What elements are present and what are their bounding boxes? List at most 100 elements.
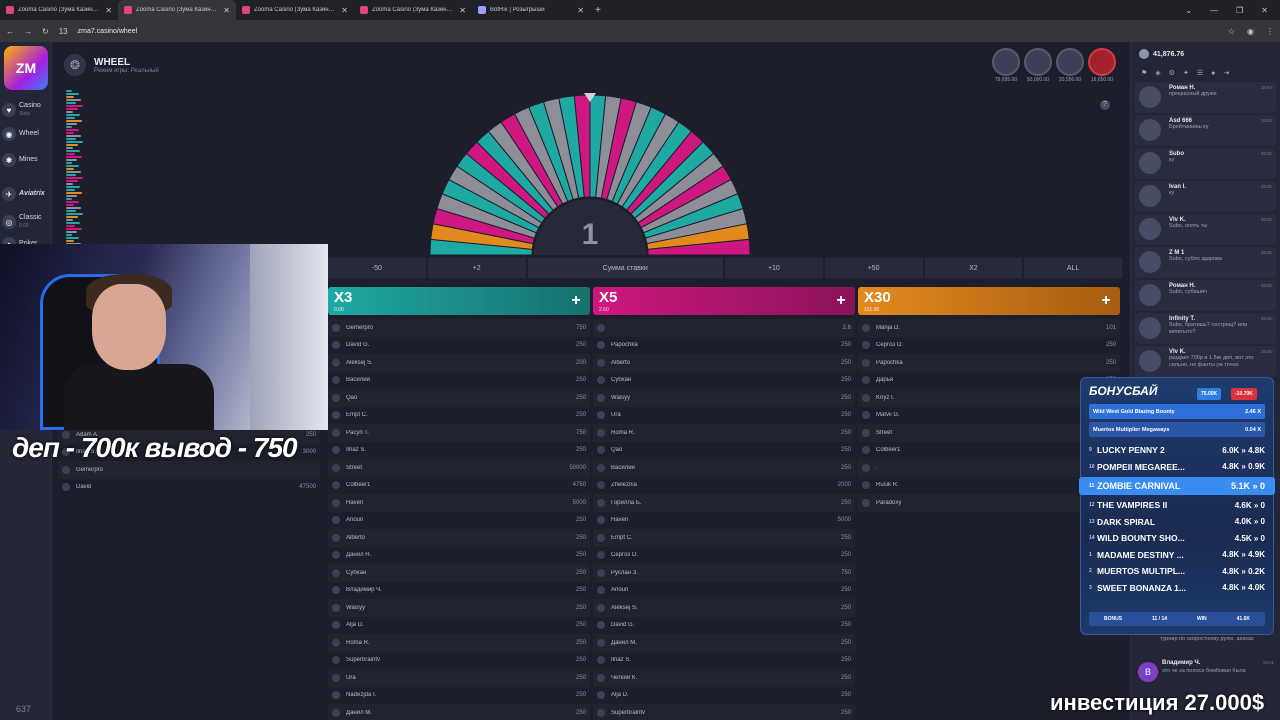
- bet-x2-button[interactable]: X2: [924, 258, 1023, 278]
- browser-tab-5[interactable]: BotRix | Розыгрыши ✕: [472, 0, 590, 20]
- bet-plus-2-button[interactable]: +2: [427, 258, 526, 278]
- chat-time: 18:57: [1260, 85, 1272, 90]
- player-avatar[interactable]: 79,695.00: [992, 48, 1020, 83]
- browser-tab-3[interactable]: Zooma Casino (Зума Казино) о ✕: [236, 0, 354, 20]
- bet-amount: 50000: [569, 464, 586, 471]
- site-logo[interactable]: ZM: [4, 46, 48, 90]
- bet-plus-10-button[interactable]: +10: [725, 258, 823, 278]
- maximize-icon[interactable]: ❐: [1236, 6, 1243, 15]
- player-avatar[interactable]: 50,000.00: [1024, 48, 1052, 83]
- avatar: [62, 465, 70, 474]
- close-window-icon[interactable]: ✕: [1261, 6, 1268, 15]
- logout-icon[interactable]: ⇥: [1223, 69, 1229, 77]
- bet-amount: 250: [840, 622, 851, 629]
- bet-amount: 250: [575, 657, 586, 664]
- nav-item-mines[interactable]: ✱ Mines: [2, 148, 50, 172]
- avatar[interactable]: [1139, 119, 1161, 141]
- cube-icon[interactable]: ◈: [1155, 69, 1160, 77]
- player-name: Alberto: [346, 534, 366, 541]
- history-mark: [66, 204, 74, 206]
- place-bet-button[interactable]: +: [566, 291, 586, 311]
- avatar[interactable]: [1139, 317, 1161, 339]
- bonus-row: 3 SWEET BONANZA 1... 4.8K » 4.0K: [1089, 581, 1265, 596]
- settings-icon[interactable]: ⚙: [1169, 69, 1175, 77]
- avatar[interactable]: [1139, 218, 1161, 240]
- bet-minus-50-button[interactable]: -50: [328, 258, 426, 278]
- bet-amount: 200: [575, 359, 586, 366]
- bonus-row: 1 MADAME DESTINY ... 4.8K » 4.9K: [1089, 548, 1265, 563]
- star-icon[interactable]: ☆: [1228, 27, 1235, 36]
- avatar: [597, 621, 605, 630]
- bet-amount-input[interactable]: Сумма ставки: [527, 258, 723, 278]
- avatar[interactable]: [1139, 350, 1161, 372]
- minimize-icon[interactable]: —: [1210, 6, 1218, 15]
- bet-all-button[interactable]: ALL: [1024, 258, 1122, 278]
- place-bet-button[interactable]: +: [1096, 291, 1116, 311]
- list-icon[interactable]: ☰: [1197, 69, 1203, 77]
- user-icon[interactable]: ●: [1211, 70, 1215, 77]
- avatar: [332, 551, 340, 560]
- chat-text: Subo, братишь? сестрищ? или кипитыто?: [1169, 322, 1248, 335]
- history-mark: [66, 102, 76, 104]
- avatar[interactable]: [1139, 251, 1161, 273]
- bet-amount: 250: [575, 692, 586, 699]
- bonus-row: 10 POMPEII MEGAREE... 4.8K » 0.9K: [1089, 460, 1265, 475]
- bonus-row: 12 THE VAMPIRES II 4.6K » 0: [1089, 498, 1265, 513]
- new-tab-button[interactable]: +: [590, 5, 606, 16]
- avatar: [597, 498, 605, 507]
- browser-tab-4[interactable]: Zooma Casino (Зума Казино) о ✕: [354, 0, 472, 20]
- avatar[interactable]: [1139, 152, 1161, 174]
- close-icon[interactable]: ✕: [223, 6, 230, 15]
- bet-amount: 2000: [837, 482, 851, 489]
- gift-icon[interactable]: ✦: [1183, 69, 1189, 77]
- player-name: Руслан З.: [611, 569, 639, 576]
- avatar: [597, 551, 605, 560]
- player-name: Aleksej S.: [611, 604, 638, 611]
- history-mark: [66, 120, 82, 122]
- player-avatar[interactable]: 16,650.00: [1088, 48, 1116, 83]
- bet-amount: 250: [840, 412, 851, 419]
- history-mark: [66, 222, 80, 224]
- avatar[interactable]: В: [1138, 662, 1158, 682]
- player-name: Ilnaz S.: [611, 657, 632, 664]
- bet-row: Empt C. 250: [328, 407, 590, 425]
- avatar[interactable]: [1139, 284, 1161, 306]
- chat-text: ку: [1169, 157, 1175, 163]
- bet-row: Manja D. 101: [858, 319, 1120, 337]
- menu-icon[interactable]: ⋮: [1266, 27, 1274, 36]
- player-avatar[interactable]: 20,556.00: [1056, 48, 1084, 83]
- flag-icon[interactable]: ⚑: [1141, 69, 1147, 77]
- chevron-down-icon[interactable]: ⌄: [1185, 6, 1192, 15]
- avatar: [332, 708, 340, 717]
- bet-row: Haven 5000: [593, 512, 855, 530]
- nav-item-classic[interactable]: ◎ Classic 0.00: [2, 210, 50, 234]
- browser-tab-1[interactable]: Zooma Casino (Зума Казино) о ✕: [0, 0, 118, 20]
- bet-row: Сергоз О. 250: [593, 547, 855, 565]
- avatar[interactable]: [1139, 185, 1161, 207]
- browser-tab-2[interactable]: Zooma Casino (Зума Казино) о ✕: [118, 0, 236, 20]
- player-name: Street: [346, 464, 363, 471]
- bet-row: Superbraintv 250: [593, 704, 855, 720]
- forward-icon[interactable]: →: [24, 27, 32, 36]
- close-icon[interactable]: ✕: [577, 6, 584, 15]
- bet-amount: 250: [575, 674, 586, 681]
- close-icon[interactable]: ✕: [459, 6, 466, 15]
- place-bet-button[interactable]: +: [831, 291, 851, 311]
- url-field[interactable]: zma7.casino/wheel: [78, 28, 1218, 35]
- bet-row: Zheleznia 2000: [593, 477, 855, 495]
- nav-item-aviatrix[interactable]: ✈ Aviatrix: [2, 182, 50, 206]
- bet-plus-50-button[interactable]: +50: [824, 258, 923, 278]
- avatar[interactable]: [1139, 86, 1161, 108]
- close-icon[interactable]: ✕: [105, 6, 112, 15]
- bet-row: Roma R. 250: [328, 634, 590, 652]
- close-icon[interactable]: ✕: [341, 6, 348, 15]
- profile-icon[interactable]: ◉: [1247, 27, 1254, 36]
- info-icon[interactable]: ?: [1100, 100, 1110, 110]
- back-icon[interactable]: ←: [6, 27, 14, 36]
- chat-message-partial: турнир по скоростному рулю, ахахах: [1160, 636, 1254, 642]
- nav-item-wheel[interactable]: ◉ Wheel: [2, 122, 50, 146]
- nav-item-casino[interactable]: ♥ Casino Slots: [2, 98, 50, 122]
- avatar: [332, 411, 340, 420]
- reload-icon[interactable]: ↻: [42, 27, 49, 36]
- bet-row: Данил Н. 250: [328, 547, 590, 565]
